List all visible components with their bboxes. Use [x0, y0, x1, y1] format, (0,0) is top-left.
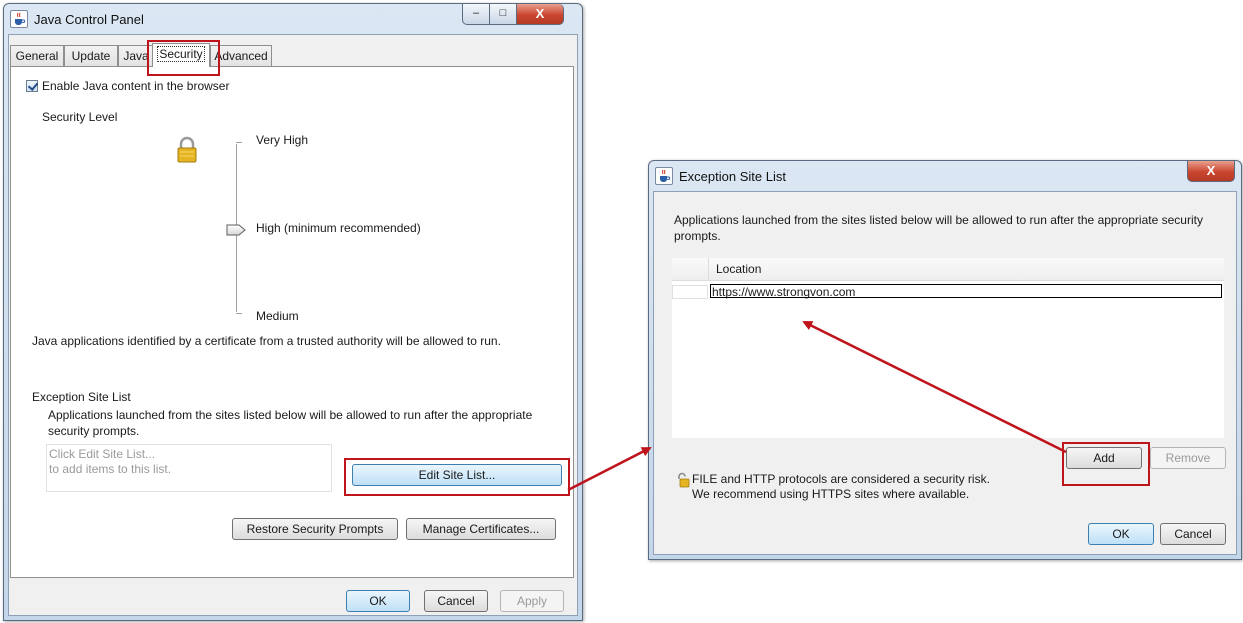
maximize-button[interactable]: □: [489, 4, 517, 25]
site-list-placeholder-1: Click Edit Site List...: [49, 447, 156, 461]
dialog-description-1: Applications launched from the sites lis…: [674, 213, 1203, 227]
tab-label: Update: [71, 49, 111, 63]
add-button-highlight: [1062, 442, 1150, 486]
close-button[interactable]: X: [516, 4, 564, 25]
slider-tick-medium: [236, 313, 242, 314]
location-cell-input[interactable]: https://www.strongvon.com: [710, 284, 1222, 299]
restore-security-prompts-button[interactable]: Restore Security Prompts: [232, 518, 398, 540]
tab-label: Security: [157, 46, 205, 62]
title-bar[interactable]: Java Control Panel – □ X: [4, 4, 582, 34]
exception-site-list-desc-1: Applications launched from the sites lis…: [48, 408, 533, 422]
level-very-high-label: Very High: [256, 133, 309, 147]
level-medium-label: Medium: [256, 309, 299, 323]
cancel-button[interactable]: Cancel: [424, 590, 488, 612]
dialog-title-bar[interactable]: Exception Site List X: [649, 161, 1241, 191]
header-index-cell: [672, 258, 709, 280]
window-title: Java Control Panel: [34, 12, 144, 27]
site-list-placeholder-2: to add items to this list.: [49, 462, 172, 476]
security-level-heading: Security Level: [42, 110, 118, 124]
tab-security[interactable]: Security: [152, 43, 210, 67]
slider-tick-very-high: [236, 142, 242, 143]
enable-java-checkbox[interactable]: [26, 80, 38, 92]
security-level-slider-thumb[interactable]: [226, 224, 246, 236]
header-location[interactable]: Location: [716, 262, 761, 276]
dialog-close-button[interactable]: X: [1187, 161, 1235, 182]
dialog-ok-button[interactable]: OK: [1088, 523, 1154, 545]
tab-label: General: [15, 49, 59, 63]
warning-line-1: FILE and HTTP protocols are considered a…: [692, 472, 990, 486]
java-cup-icon: [10, 10, 28, 28]
ok-button[interactable]: OK: [346, 590, 410, 612]
dialog-cancel-button[interactable]: Cancel: [1160, 523, 1226, 545]
java-cup-icon: [655, 167, 673, 185]
table-row[interactable]: https://www.strongvon.com: [672, 284, 1224, 300]
row-index-cell: [672, 285, 708, 299]
dialog-title: Exception Site List: [679, 169, 786, 184]
dialog-description-2: prompts.: [674, 229, 721, 243]
apply-button[interactable]: Apply: [500, 590, 564, 612]
enable-java-label: Enable Java content in the browser: [42, 79, 230, 93]
table-header: Location: [672, 258, 1224, 281]
tab-general[interactable]: General: [10, 45, 64, 66]
minimize-button[interactable]: –: [462, 4, 490, 25]
manage-certificates-button[interactable]: Manage Certificates...: [406, 518, 556, 540]
level-description: Java applications identified by a certif…: [32, 334, 501, 348]
edit-site-list-highlight: [344, 458, 570, 496]
tab-label: Advanced: [214, 49, 268, 63]
site-list-table[interactable]: Location https://www.strongvon.com: [672, 258, 1224, 438]
warning-line-2: We recommend using HTTPS sites where ava…: [692, 487, 970, 501]
tab-update[interactable]: Update: [64, 45, 118, 66]
remove-button[interactable]: Remove: [1150, 447, 1226, 469]
site-list-box[interactable]: Click Edit Site List... to add items to …: [46, 444, 332, 492]
lock-icon: [176, 136, 198, 164]
exception-site-list-heading: Exception Site List: [32, 390, 131, 404]
unlocked-lock-icon: [676, 472, 690, 488]
level-high-label: High (minimum recommended): [256, 221, 421, 235]
exception-site-list-desc-2: security prompts.: [48, 424, 140, 438]
tab-label: Java: [123, 49, 149, 63]
